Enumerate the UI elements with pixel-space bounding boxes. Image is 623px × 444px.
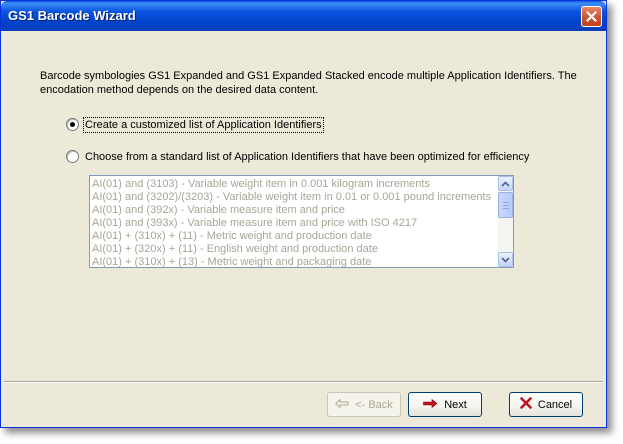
list-item[interactable]: AI(01) + (320x) + (11) - English weight … [92,243,497,256]
next-button[interactable]: Next [408,392,482,417]
close-button[interactable] [581,6,602,27]
intro-text: Barcode symbologies GS1 Expanded and GS1… [40,70,577,96]
option-standard-list-label: Choose from a standard list of Applicati… [85,150,530,163]
next-arrow-icon [423,398,438,411]
option-standard-list[interactable]: Choose from a standard list of Applicati… [66,150,529,163]
list-item[interactable]: AI(01) and (3103) - Variable weight item… [92,178,497,191]
scroll-thumb[interactable] [498,192,513,218]
back-button-label: <- Back [355,398,393,411]
option-custom-list-label: Create a customized list of Application … [83,116,324,133]
dialog-body: Barcode symbologies GS1 Expanded and GS1… [4,31,603,424]
cancel-button-label: Cancel [537,398,573,411]
cancel-x-icon [520,397,532,412]
back-button[interactable]: <- Back [327,392,401,417]
button-separator [4,381,603,383]
list-item[interactable]: AI(01) + (310x) + (13) - Metric weight a… [92,256,497,267]
standard-ai-listbox[interactable]: AI(01) and (3103) - Variable weight item… [89,175,514,268]
grip-line [503,208,509,209]
title-bar[interactable]: GS1 Barcode Wizard [1,1,606,31]
listbox-items: AI(01) and (3103) - Variable weight item… [92,178,497,267]
radio-custom-list[interactable] [66,118,79,131]
list-item[interactable]: AI(01) + (310x) + (11) - Metric weight a… [92,230,497,243]
listbox-scrollbar[interactable] [498,176,513,267]
back-arrow-icon [335,397,349,411]
scroll-up-button[interactable] [498,176,513,191]
cancel-button[interactable]: Cancel [509,392,583,417]
wizard-page: Barcode symbologies GS1 Expanded and GS1… [4,31,603,381]
option-custom-list[interactable]: Create a customized list of Application … [66,116,324,133]
close-icon [586,11,597,22]
scroll-down-button[interactable] [498,252,513,267]
wizard-window: GS1 Barcode Wizard Barcode symbologies G… [0,0,607,428]
radio-selected-dot [70,122,75,127]
radio-standard-list[interactable] [66,150,79,163]
list-item[interactable]: AI(01) and (393x) - Variable measure ite… [92,217,497,230]
list-item[interactable]: AI(01) and (392x) - Variable measure ite… [92,204,497,217]
grip-line [503,202,509,203]
chevron-down-icon [501,254,510,266]
window-title: GS1 Barcode Wizard [8,8,136,23]
next-button-label: Next [444,398,467,411]
chevron-up-icon [501,178,510,190]
list-item[interactable]: AI(01) and (3202)/(3203) - Variable weig… [92,191,497,204]
grip-line [503,205,509,206]
